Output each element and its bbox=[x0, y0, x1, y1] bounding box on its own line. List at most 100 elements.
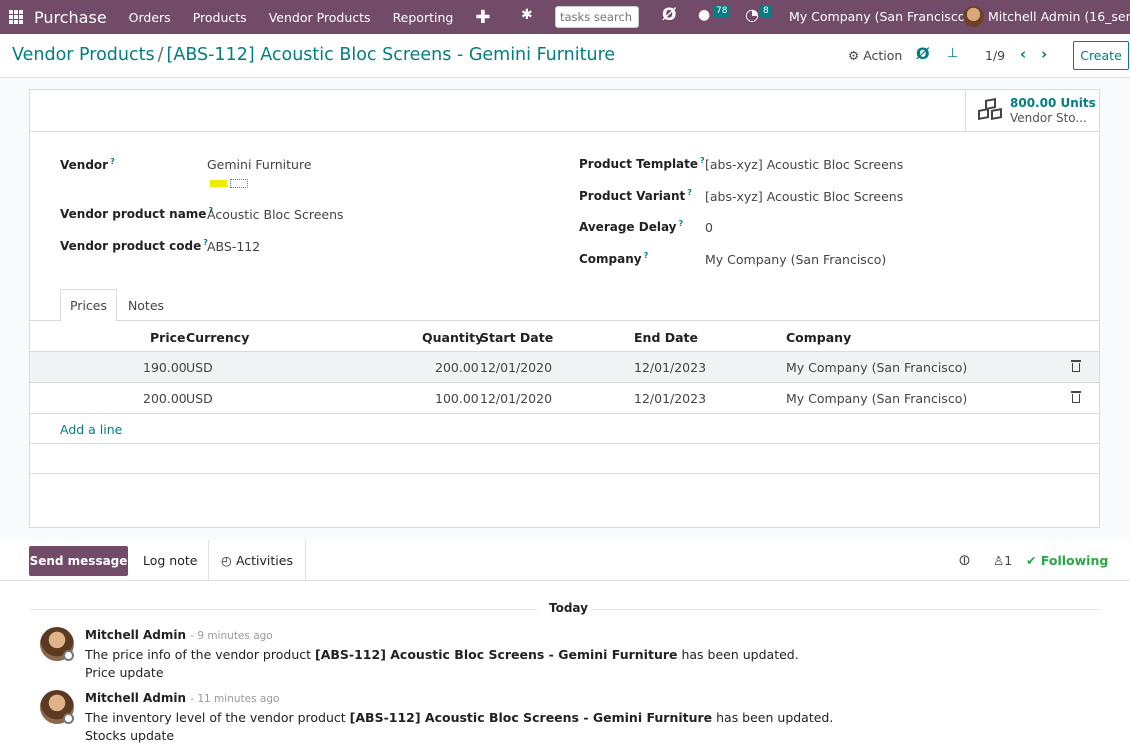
avatar[interactable] bbox=[963, 6, 984, 27]
average-delay-field[interactable]: 0 bbox=[705, 220, 713, 235]
following-label: Following bbox=[1040, 553, 1109, 568]
followers-count: 1 bbox=[1004, 553, 1013, 568]
end-date-cell: 12/01/2023 bbox=[634, 360, 707, 375]
vendor-field[interactable]: Gemini Furniture bbox=[207, 157, 312, 172]
menu-reporting[interactable]: Reporting bbox=[393, 10, 454, 25]
followers-button[interactable]: ♙1 bbox=[993, 553, 1012, 568]
date-separator: Today bbox=[29, 601, 1100, 617]
clock-icon[interactable]: ◔ bbox=[745, 5, 759, 24]
vendor-product-name-label: Vendor product name? bbox=[60, 206, 214, 221]
breadcrumb-separator: / bbox=[157, 45, 164, 65]
trash-icon[interactable] bbox=[1071, 391, 1081, 403]
col-currency[interactable]: Currency bbox=[186, 330, 249, 345]
send-message-button[interactable]: Send message bbox=[29, 546, 128, 576]
refresh-icon[interactable]: Ø bbox=[662, 5, 676, 25]
table-row[interactable]: 200.00 USD 100.00 12/01/2020 12/01/2023 … bbox=[30, 383, 1099, 414]
product-template-field[interactable]: [abs-xyz] Acoustic Bloc Screens bbox=[705, 157, 903, 172]
col-start-date[interactable]: Start Date bbox=[480, 330, 553, 345]
cubes-icon bbox=[976, 96, 1006, 126]
message-body: The inventory level of the vendor produc… bbox=[85, 710, 834, 725]
company-label: Company? bbox=[579, 251, 649, 266]
vendor-product-code-field[interactable]: ABS-112 bbox=[207, 239, 260, 254]
apps-grid-icon[interactable] bbox=[2, 0, 30, 34]
chatter-topbar: Send message Log note ◴ Activities ⊘ ♙1 … bbox=[0, 540, 1130, 581]
vendor-product-name-field[interactable]: Acoustic Bloc Screens bbox=[207, 207, 344, 222]
create-button[interactable]: Create bbox=[1073, 41, 1129, 70]
message-author: Mitchell Admin - 11 minutes ago bbox=[85, 691, 280, 705]
messages-count-badge: 78 bbox=[713, 5, 731, 18]
menu-products[interactable]: Products bbox=[193, 10, 247, 25]
color-tag-empty[interactable] bbox=[230, 179, 248, 188]
tab-prices[interactable]: Prices bbox=[60, 289, 117, 322]
chevron-left-icon[interactable]: ‹ bbox=[1020, 45, 1026, 63]
color-tag-yellow[interactable] bbox=[210, 180, 227, 187]
chevron-right-icon[interactable]: › bbox=[1041, 45, 1047, 63]
notebook-tabs: Prices Notes bbox=[30, 289, 1099, 322]
user-icon: ♙ bbox=[993, 553, 1005, 568]
empty-row bbox=[30, 444, 1099, 474]
quantity-cell: 200.00 bbox=[435, 360, 479, 375]
stat-label: Vendor Sto... bbox=[1010, 110, 1087, 125]
vendor-label: Vendor? bbox=[60, 157, 115, 172]
product-variant-label: Product Variant? bbox=[579, 188, 692, 203]
price-cell: 190.00 bbox=[143, 360, 187, 375]
company-field[interactable]: My Company (San Francisco) bbox=[705, 252, 886, 267]
activities-button[interactable]: ◴ Activities bbox=[208, 540, 306, 581]
date-separator-label: Today bbox=[549, 601, 588, 615]
log-note-button[interactable]: Log note bbox=[143, 553, 197, 568]
col-price[interactable]: Price bbox=[150, 330, 186, 345]
user-menu[interactable]: Mitchell Admin (16_server bbox=[988, 9, 1130, 24]
message-author: Mitchell Admin - 9 minutes ago bbox=[85, 628, 273, 642]
search-input[interactable] bbox=[555, 6, 639, 28]
company-switcher[interactable]: My Company (San Francisco) bbox=[789, 9, 970, 24]
product-variant-field[interactable]: [abs-xyz] Acoustic Bloc Screens bbox=[705, 189, 903, 204]
record-link[interactable]: [ABS-112] Acoustic Bloc Screens - Gemini… bbox=[350, 710, 712, 725]
bug-icon[interactable]: ✱ bbox=[521, 7, 533, 23]
sync-icon[interactable]: Ø bbox=[916, 44, 930, 63]
record-link[interactable]: [ABS-112] Acoustic Bloc Screens - Gemini… bbox=[315, 647, 677, 662]
col-company[interactable]: Company bbox=[786, 330, 851, 345]
message-time: - 9 minutes ago bbox=[190, 630, 273, 642]
vendor-stock-button[interactable]: 800.00 Units Vendor Sto... bbox=[965, 90, 1099, 131]
control-panel: Vendor Products / [ABS-112] Acoustic Bloc … bbox=[0, 34, 1130, 78]
message-subtype: Stocks update bbox=[85, 728, 175, 743]
vendor-product-code-label: Vendor product code? bbox=[60, 238, 208, 253]
app-name[interactable]: Purchase bbox=[34, 8, 107, 27]
top-navbar: Purchase Orders Products Vendor Products… bbox=[0, 0, 1130, 34]
tab-notes[interactable]: Notes bbox=[117, 289, 175, 321]
breadcrumb: Vendor Products / [ABS-112] Acoustic Bloc … bbox=[12, 45, 615, 65]
check-icon: ✔ bbox=[1026, 553, 1037, 568]
menu-vendor-products[interactable]: Vendor Products bbox=[269, 10, 371, 25]
breadcrumb-parent[interactable]: Vendor Products bbox=[12, 45, 155, 65]
trash-icon[interactable] bbox=[1071, 360, 1081, 372]
add-line-row: Add a line bbox=[30, 414, 1099, 444]
table-header: Price Currency Quantity Start Date End D… bbox=[30, 322, 1099, 352]
start-date-cell: 12/01/2020 bbox=[480, 360, 553, 375]
company-cell: My Company (San Francisco) bbox=[786, 360, 968, 375]
following-button[interactable]: ✔ Following bbox=[1026, 553, 1108, 568]
pager-value[interactable]: 1/9 bbox=[985, 48, 1005, 63]
presence-indicator bbox=[63, 713, 74, 724]
clock-icon: ◴ bbox=[221, 553, 232, 568]
product-template-label: Product Template? bbox=[579, 156, 705, 171]
average-delay-label: Average Delay? bbox=[579, 219, 684, 234]
end-date-cell: 12/01/2023 bbox=[634, 391, 707, 406]
currency-cell: USD bbox=[186, 360, 213, 375]
action-button[interactable]: ⚙ Action bbox=[848, 48, 902, 63]
stat-value: 800.00 Units bbox=[1010, 95, 1096, 110]
menu-orders[interactable]: Orders bbox=[129, 10, 171, 25]
message-time: - 11 minutes ago bbox=[190, 693, 280, 705]
plus-icon[interactable]: ✚ bbox=[475, 7, 490, 28]
col-quantity[interactable]: Quantity bbox=[422, 330, 483, 345]
pin-icon[interactable]: ⊥ bbox=[947, 46, 958, 61]
table-row[interactable]: 190.00 USD 200.00 12/01/2020 12/01/2023 … bbox=[30, 352, 1099, 383]
message-body: The price info of the vendor product [AB… bbox=[85, 647, 799, 662]
add-line-link[interactable]: Add a line bbox=[60, 422, 122, 437]
activities-label: Activities bbox=[235, 553, 293, 568]
currency-cell: USD bbox=[186, 391, 213, 406]
page-title: [ABS-112] Acoustic Bloc Screens - Gemini… bbox=[166, 45, 616, 65]
col-end-date[interactable]: End Date bbox=[634, 330, 698, 345]
chat-icon[interactable]: ● bbox=[698, 7, 710, 23]
paperclip-icon[interactable]: ⊘ bbox=[953, 549, 975, 571]
company-cell: My Company (San Francisco) bbox=[786, 391, 968, 406]
